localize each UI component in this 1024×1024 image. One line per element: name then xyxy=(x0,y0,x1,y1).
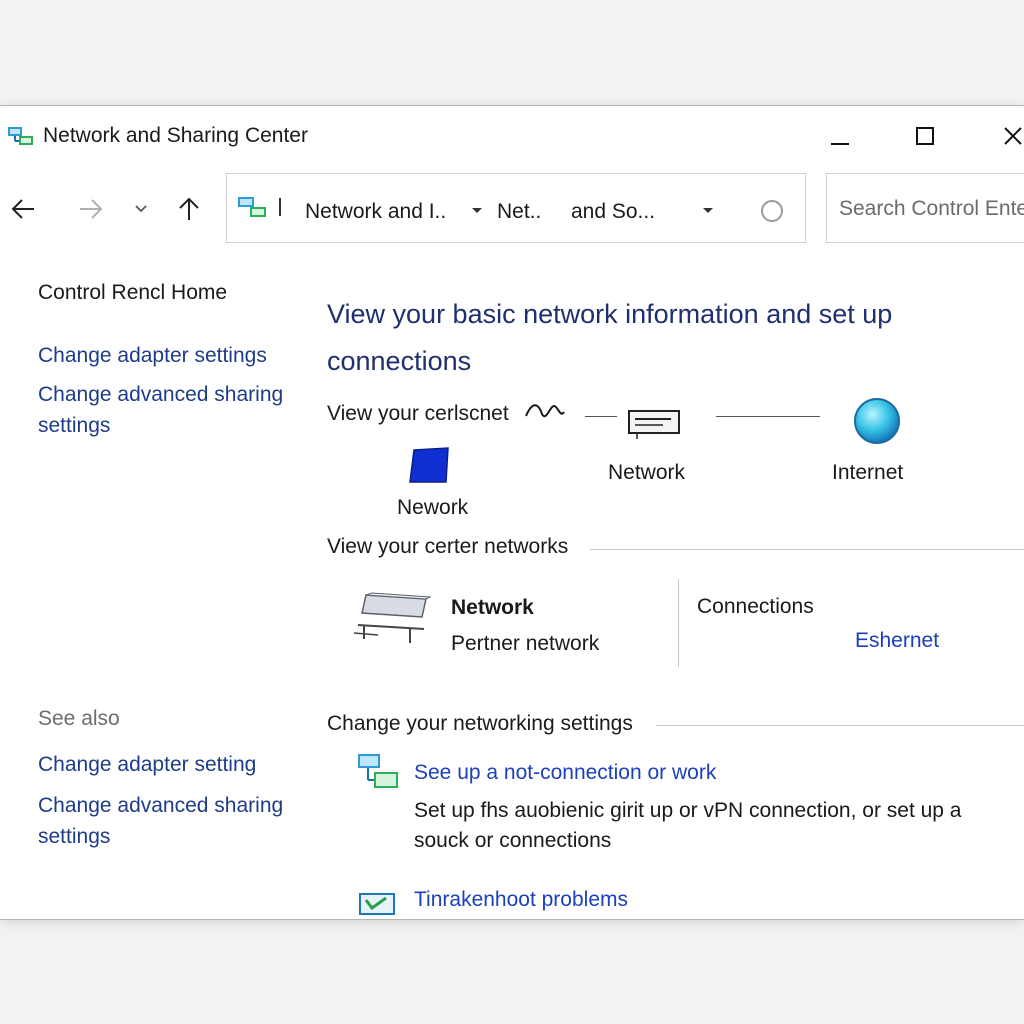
minimize-icon xyxy=(831,143,849,145)
network-map-label: View your cerlscnet xyxy=(327,402,509,425)
title-bar: Network and Sharing Center xyxy=(0,106,1024,166)
window-title: Network and Sharing Center xyxy=(43,124,308,147)
globe-icon xyxy=(854,398,900,444)
connection-squiggle-icon xyxy=(525,404,565,418)
map-connector-line-2 xyxy=(716,416,820,417)
active-network-divider xyxy=(678,579,679,667)
page-heading-line-1: View your basic network information and … xyxy=(327,299,893,329)
recent-locations-button[interactable] xyxy=(124,189,158,229)
up-arrow-icon xyxy=(179,197,199,220)
network-sharing-window: Network and Sharing Center Network and I… xyxy=(0,105,1024,920)
change-adapter-settings-link[interactable]: Change adapter settings xyxy=(38,340,267,371)
search-input[interactable] xyxy=(839,196,1024,222)
page-heading-line-2: connections xyxy=(327,346,472,376)
see-also-heading: See also xyxy=(38,707,120,730)
maximize-button[interactable] xyxy=(902,116,948,156)
active-networks-rule xyxy=(590,549,1024,550)
address-bar[interactable]: Network and I.. Net.. and So... xyxy=(226,173,806,243)
change-settings-rule xyxy=(656,725,1024,726)
change-advanced-sharing-link[interactable]: Change advanced sharing xyxy=(38,379,283,410)
active-network-type[interactable]: Pertner network xyxy=(451,632,599,656)
network-app-icon xyxy=(238,197,266,217)
change-advanced-sharing-link-continued[interactable]: settings xyxy=(38,410,110,441)
up-button[interactable] xyxy=(172,189,206,229)
map-node-internet-label: Internet xyxy=(832,461,904,484)
forward-button[interactable] xyxy=(74,189,108,229)
setup-connection-link[interactable]: See up a not-connection or work xyxy=(414,761,716,785)
map-connector-line xyxy=(585,416,617,417)
troubleshoot-link[interactable]: Tinrakenhoot problems xyxy=(414,888,628,912)
see-also-adapter-link[interactable]: Change adapter setting xyxy=(38,749,256,780)
breadcrumb-network-internet[interactable]: Network and I.. xyxy=(305,200,446,224)
ethernet-connection-link[interactable]: Eshernet xyxy=(855,629,939,653)
active-networks-label: View your certer networks xyxy=(327,535,569,558)
maximize-icon xyxy=(916,127,934,145)
map-node-computer-label: Nework xyxy=(397,496,469,519)
breadcrumb-sharing-center[interactable]: and So... xyxy=(571,200,655,224)
control-panel-home-link[interactable]: Control Rencl Home xyxy=(38,281,227,305)
refresh-icon[interactable] xyxy=(761,200,783,222)
active-network-name: Network xyxy=(451,596,534,619)
search-box[interactable] xyxy=(826,173,1024,243)
setup-connection-icon xyxy=(358,754,398,788)
troubleshoot-icon xyxy=(359,893,395,915)
router-icon xyxy=(628,410,680,439)
back-button[interactable] xyxy=(6,189,40,229)
network-adapter-icon xyxy=(353,592,432,643)
network-app-icon xyxy=(8,127,33,145)
see-also-sharing-link-continued[interactable]: settings xyxy=(38,821,110,852)
change-settings-label: Change your networking settings xyxy=(327,712,633,735)
close-icon xyxy=(1004,127,1022,145)
close-button[interactable] xyxy=(990,116,1024,156)
address-separator xyxy=(279,198,281,216)
setup-connection-description: Set up fhs auobienic girit up or vPN con… xyxy=(414,799,962,852)
back-arrow-icon xyxy=(11,199,34,219)
address-dropdown-icon[interactable] xyxy=(703,208,713,213)
minimize-button[interactable] xyxy=(817,116,863,156)
connections-label: Connections xyxy=(697,595,814,618)
breadcrumb-network[interactable]: Net.. xyxy=(497,200,541,224)
see-also-sharing-link[interactable]: Change advanced sharing xyxy=(38,790,283,821)
computer-icon xyxy=(409,447,449,483)
page-heading: View your basic network information and … xyxy=(327,291,967,385)
dropdown-chevron-icon xyxy=(135,205,147,213)
breadcrumb-chevron-icon[interactable] xyxy=(472,208,482,213)
forward-arrow-icon xyxy=(80,199,103,219)
map-node-network-label: Network xyxy=(608,461,686,484)
